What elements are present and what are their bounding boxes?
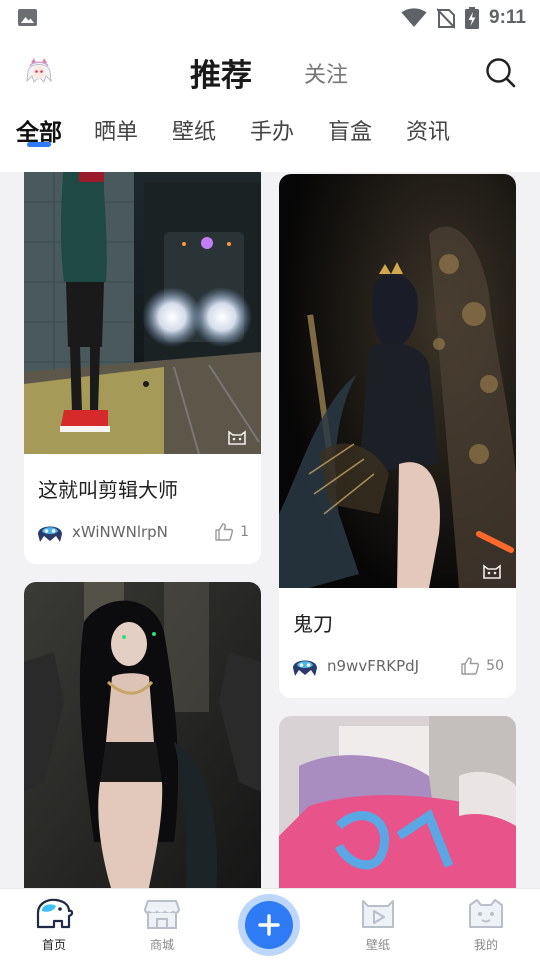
wallpaper-icon <box>362 900 394 928</box>
dark-warrior-woman-render[interactable] <box>24 582 261 888</box>
post-meta: xWiNWNlrpN 1 <box>36 518 249 546</box>
post-meta: n9wvFRKPdJ 50 <box>291 652 504 680</box>
user-avatar-icon[interactable] <box>36 518 64 546</box>
tab-following[interactable]: 关注 <box>304 56 348 90</box>
feed: 这就叫剪辑大师 xWiNWNlrpN 1 鬼刀 n9wvFRKPdJ 50 <box>0 172 540 888</box>
nav-home[interactable]: 首页 <box>24 897 84 957</box>
status-time: 9:11 <box>489 7 526 28</box>
tab-recommend[interactable]: 推荐 <box>190 50 252 94</box>
user-avatar-icon[interactable] <box>291 652 319 680</box>
subway-train-photo[interactable] <box>24 172 261 454</box>
dark-fantasy-character-render[interactable] <box>279 174 516 588</box>
category-tab-orders[interactable]: 晒单 <box>94 112 138 148</box>
image-icon <box>18 9 37 26</box>
cat-profile-icon <box>469 899 503 928</box>
category-tab-wallpaper[interactable]: 壁纸 <box>172 112 216 148</box>
post-title: 这就叫剪辑大师 <box>38 478 178 502</box>
nav-shop[interactable]: 商城 <box>132 897 192 957</box>
nav-wallpaper-label: 壁纸 <box>365 938 390 952</box>
nav-shop-label: 商城 <box>149 938 174 952</box>
post-card[interactable]: 这就叫剪辑大师 xWiNWNlrpN 1 <box>24 172 261 564</box>
nav-home-label: 首页 <box>41 938 66 952</box>
search-icon[interactable] <box>484 56 518 90</box>
anime-girl-avatar-icon <box>22 54 56 88</box>
like-count: 1 <box>240 524 249 540</box>
category-tab-news[interactable]: 资讯 <box>406 112 450 148</box>
pink-figure-photo[interactable] <box>279 716 516 888</box>
bottom-nav: 首页 商城 壁纸 我的 <box>0 888 540 960</box>
shop-icon <box>143 900 181 929</box>
post-username[interactable]: n9wvFRKPdJ <box>327 657 460 675</box>
category-active-indicator <box>27 142 51 147</box>
user-avatar[interactable] <box>22 54 56 88</box>
no-sim-icon <box>437 7 456 29</box>
category-tab-figures[interactable]: 手办 <box>250 112 294 148</box>
like-count: 50 <box>486 658 504 674</box>
thumbs-up-icon[interactable] <box>214 522 234 542</box>
post-card[interactable] <box>24 582 261 888</box>
post-card[interactable]: 鬼刀 n9wvFRKPdJ 50 <box>279 174 516 698</box>
nav-wallpaper[interactable]: 壁纸 <box>348 897 408 957</box>
add-post-button[interactable] <box>238 894 300 956</box>
post-title: 鬼刀 <box>293 612 333 636</box>
nav-profile-label: 我的 <box>473 938 498 952</box>
status-bar: 9:11 <box>0 0 540 36</box>
category-tab-blindbox[interactable]: 盲盒 <box>328 112 372 148</box>
post-username[interactable]: xWiNWNlrpN <box>72 523 214 541</box>
add-post-inner <box>245 901 293 949</box>
elephant-home-icon <box>36 898 74 929</box>
post-card[interactable] <box>279 716 516 888</box>
thumbs-up-icon[interactable] <box>460 656 480 676</box>
wifi-icon <box>401 8 427 27</box>
add-icon <box>258 914 280 936</box>
nav-profile[interactable]: 我的 <box>456 897 516 957</box>
cat-badge-icon <box>228 430 246 445</box>
header: 推荐 关注 全部 晒单 壁纸 手办 盲盒 资讯 <box>0 36 540 172</box>
cat-badge-icon <box>483 564 501 579</box>
battery-charging-icon <box>465 7 480 29</box>
category-tabs: 全部 晒单 壁纸 手办 盲盒 资讯 <box>0 112 540 156</box>
